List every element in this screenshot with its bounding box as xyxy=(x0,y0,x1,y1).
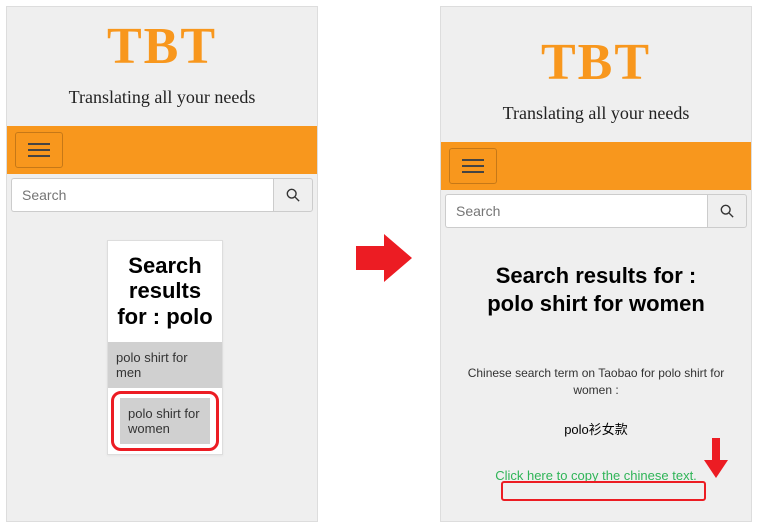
list-item[interactable]: polo shirt for men xyxy=(108,341,222,388)
brand-tagline: Translating all your needs xyxy=(441,103,751,124)
search-bar xyxy=(11,178,313,212)
brand-tagline: Translating all your needs xyxy=(7,87,317,108)
navbar xyxy=(441,142,751,190)
results-heading: Search results for : polo xyxy=(108,241,222,341)
arrow-right-icon xyxy=(354,228,414,288)
search-icon xyxy=(286,188,300,202)
brand-logo: TBT xyxy=(7,7,317,73)
results-heading: Search results for : polo shirt for wome… xyxy=(441,262,751,317)
chinese-term-label: Chinese search term on Taobao for polo s… xyxy=(441,365,751,399)
results-card: Search results for : polo polo shirt for… xyxy=(107,240,223,455)
search-input[interactable] xyxy=(445,194,707,228)
navbar xyxy=(7,126,317,174)
arrow-down-icon xyxy=(704,436,728,480)
left-screenshot: TBT Translating all your needs Search re… xyxy=(6,6,318,522)
search-icon xyxy=(720,204,734,218)
list-item[interactable]: polo shirt for women xyxy=(120,398,210,444)
search-bar xyxy=(445,194,747,228)
search-button[interactable] xyxy=(273,178,313,212)
search-button[interactable] xyxy=(707,194,747,228)
search-input[interactable] xyxy=(11,178,273,212)
brand-logo: TBT xyxy=(441,7,751,89)
hamburger-icon[interactable] xyxy=(449,148,497,184)
chinese-term-value: polo衫女款 xyxy=(441,419,751,438)
annotation-highlight: polo shirt for women xyxy=(111,391,219,451)
hamburger-icon[interactable] xyxy=(15,132,63,168)
